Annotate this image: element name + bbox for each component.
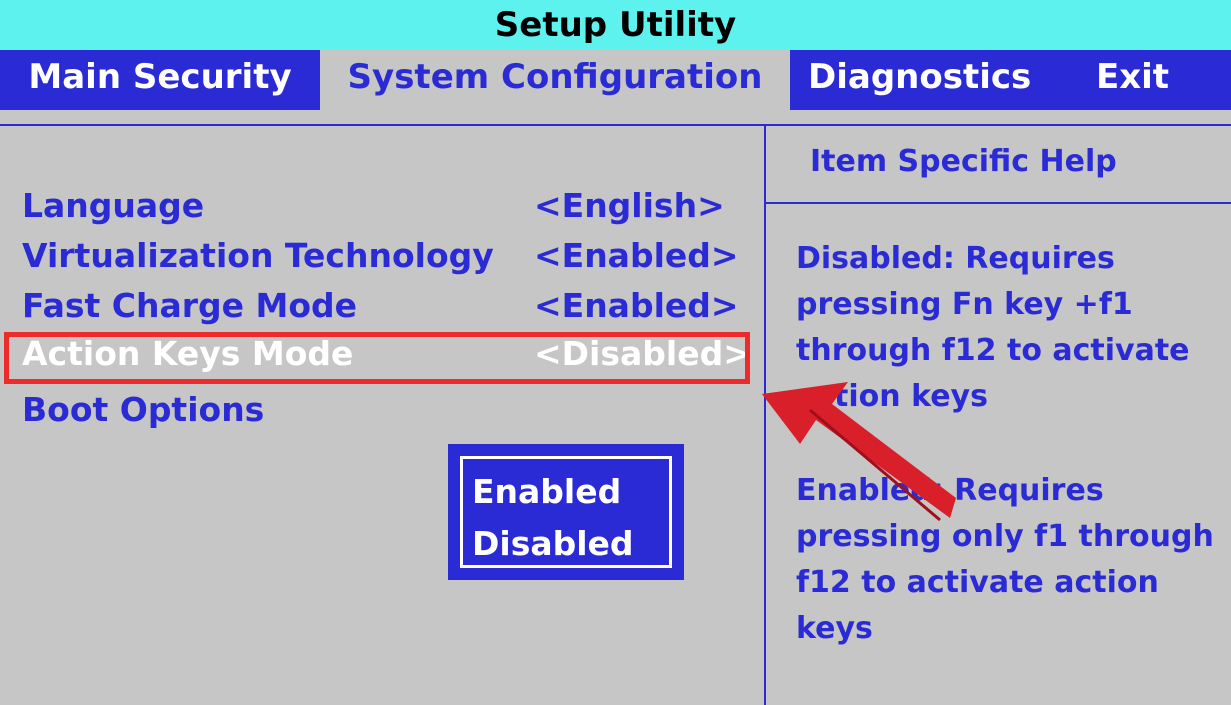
setting-label: Language xyxy=(22,186,205,225)
tab-exit[interactable]: Exit xyxy=(1096,50,1169,110)
option-popup: Enabled Disabled xyxy=(448,444,684,580)
menu-bar: Main Security System Configuration Diagn… xyxy=(0,50,1231,110)
setting-label: Virtualization Technology xyxy=(22,236,494,275)
setting-label: Boot Options xyxy=(22,390,265,429)
setting-value[interactable]: <Enabled> xyxy=(534,236,739,275)
setting-value[interactable]: <English> xyxy=(534,186,725,225)
tab-diagnostics[interactable]: Diagnostics xyxy=(808,50,1031,110)
tab-main-security[interactable]: Main Security xyxy=(0,50,320,110)
frame-border-top xyxy=(0,124,1231,126)
setting-row-language[interactable]: Language <English> xyxy=(0,186,760,232)
setting-row-boot-options[interactable]: Boot Options xyxy=(0,390,760,436)
setting-row-fast-charge[interactable]: Fast Charge Mode <Enabled> xyxy=(0,286,760,332)
annotation-highlight-box xyxy=(4,332,750,384)
red-arrow-icon xyxy=(762,382,956,522)
setting-value[interactable]: <Enabled> xyxy=(534,286,739,325)
setting-row-virtualization[interactable]: Virtualization Technology <Enabled> xyxy=(0,236,760,282)
help-title: Item Specific Help xyxy=(810,144,1117,179)
help-divider xyxy=(764,202,1231,204)
tab-system-configuration[interactable]: System Configuration xyxy=(320,50,790,110)
window-title: Setup Utility xyxy=(0,0,1231,50)
popup-option-disabled[interactable]: Disabled xyxy=(472,524,634,563)
setting-label: Fast Charge Mode xyxy=(22,286,358,325)
popup-option-enabled[interactable]: Enabled xyxy=(472,472,621,511)
